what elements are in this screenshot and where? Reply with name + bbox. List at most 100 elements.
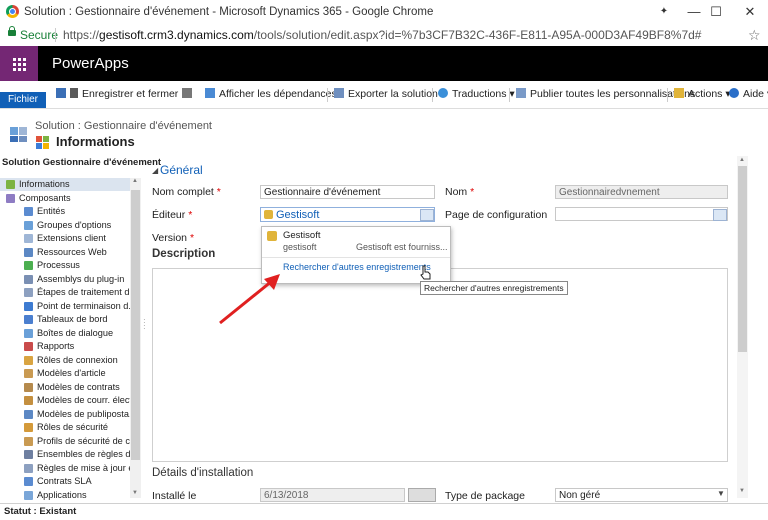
ribbon-separator	[432, 88, 433, 102]
save-close-button[interactable]: Enregistrer et fermer	[56, 86, 178, 102]
nav-scroll-up-icon[interactable]: ▲	[132, 178, 138, 184]
nav-item[interactable]: Tableaux de bord	[0, 313, 130, 326]
maximize-button[interactable]: ☐	[702, 4, 730, 20]
section-general-header[interactable]: Général	[160, 163, 203, 177]
nav-item-label: Ressources Web	[37, 246, 107, 257]
actions-button[interactable]: Actions ▾	[674, 86, 731, 102]
annotation-arrow-icon	[219, 274, 280, 325]
nav-item[interactable]: Modèles de courr. électr.	[0, 394, 137, 407]
publish-all-button[interactable]: Publier toutes les personnalisations	[516, 86, 695, 102]
status-text: Statut : Existant	[4, 506, 77, 517]
nav-item[interactable]: Point de terminaison d...	[0, 300, 136, 313]
nav-item-label: Modèles de contrats	[37, 381, 120, 392]
form-scroll-up-icon[interactable]: ▲	[739, 157, 745, 163]
lookup-result-sub: gestisoft	[283, 242, 317, 252]
nav-item-label: Modèles d'article	[37, 368, 106, 378]
nav-item-icon	[24, 409, 33, 419]
nav-item-label: Boîtes de dialogue	[37, 327, 114, 338]
app-launcher-waffle-icon[interactable]	[0, 46, 38, 81]
export-solution-button[interactable]: Exporter la solution	[334, 86, 438, 102]
name-label: Nom *	[445, 186, 474, 198]
printer-icon	[182, 88, 192, 98]
bookmark-star-icon[interactable]: ☆	[748, 27, 761, 44]
actions-label: Actions ▾	[688, 88, 731, 100]
nav-item-icon	[24, 301, 33, 311]
show-dependencies-label: Afficher les dépendances	[219, 88, 337, 100]
nav-item[interactable]: Modèles de publiposta...	[0, 408, 137, 421]
required-mark: *	[470, 186, 475, 198]
translations-label: Traductions ▾	[452, 88, 515, 100]
nav-item[interactable]: Boîtes de dialogue	[0, 327, 130, 340]
globe-icon	[438, 88, 448, 98]
url-text[interactable]: https://gestisoft.crm3.dynamics.com/tool…	[63, 28, 701, 42]
nav-item[interactable]: Groupes d'options	[0, 219, 130, 232]
nav-item[interactable]: Rôles de connexion	[0, 354, 130, 367]
nav-item[interactable]: Processus	[0, 259, 130, 272]
search-more-records-link[interactable]: Rechercher d'autres enregistrements	[283, 262, 431, 272]
full-name-field[interactable]: Gestionnaire d'événement	[260, 185, 435, 199]
page-title: Informations	[56, 134, 135, 149]
nav-item[interactable]: Modèles d'article	[0, 367, 130, 380]
printer-button[interactable]	[182, 86, 196, 102]
publisher-lookup-field[interactable]: Gestisoft	[260, 207, 435, 222]
form-scroll-thumb[interactable]	[738, 166, 747, 352]
nav-item[interactable]: Rapports	[0, 340, 130, 353]
calendar-icon[interactable]	[408, 488, 436, 502]
nav-item[interactable]: Entités	[0, 205, 130, 218]
publisher-value[interactable]: Gestisoft	[276, 209, 319, 221]
nav-scroll-thumb[interactable]	[131, 190, 140, 460]
pane-splitter[interactable]: · · · ·	[143, 316, 146, 333]
install-details-header: Détails d'installation	[152, 467, 254, 479]
nav-item-icon	[24, 220, 33, 230]
nav-item[interactable]: Contrats SLA	[0, 475, 130, 488]
chevron-down-icon[interactable]: ▼	[717, 489, 725, 498]
help-button[interactable]: Aide ▾	[729, 86, 768, 102]
nav-item-label: Profils de sécurité de c...	[37, 435, 138, 446]
profile-icon[interactable]: ✦	[650, 4, 678, 20]
nav-item[interactable]: Règles de mise à jour e...	[0, 462, 141, 475]
form-scroll-down-icon[interactable]: ▼	[739, 488, 745, 494]
nav-item[interactable]: Ensembles de règles d'...	[0, 448, 140, 461]
nav-item-label: Modèles de courr. électr.	[37, 395, 138, 405]
config-page-lookup-icon[interactable]	[713, 209, 727, 221]
translations-button[interactable]: Traductions ▾	[438, 86, 515, 102]
collapse-section-icon[interactable]: ◢	[152, 166, 158, 175]
nav-item-icon	[24, 288, 33, 297]
status-bar: Statut : Existant	[0, 503, 768, 520]
nav-item[interactable]: Modèles de contrats	[0, 381, 130, 394]
nav-title: Solution Gestionnaire d'événement	[2, 157, 162, 168]
nav-item[interactable]: Assemblys du plug-in	[0, 273, 130, 286]
nav-item[interactable]: Ressources Web	[0, 246, 130, 259]
lookup-result-item[interactable]: Gestisoft gestisoft Gestisoft est fourni…	[262, 227, 450, 257]
nav-item[interactable]: Composants	[0, 192, 130, 205]
nav-item-label: Assemblys du plug-in	[37, 273, 125, 284]
nav-item-icon	[24, 369, 33, 378]
show-dependencies-button[interactable]: Afficher les dépendances	[205, 86, 337, 102]
nav-item[interactable]: Extensions client	[0, 232, 130, 245]
nav-scroll-down-icon[interactable]: ▼	[132, 490, 138, 496]
export-icon	[334, 88, 344, 98]
description-label: Description	[152, 248, 216, 260]
nav-item[interactable]: Applications	[0, 489, 130, 502]
package-type-select[interactable]: Non géré	[555, 488, 728, 502]
file-tab[interactable]: Fichier	[0, 92, 46, 108]
nav-item[interactable]: Profils de sécurité de c...	[0, 435, 138, 448]
name-field[interactable]: Gestionnairedvnement	[555, 185, 728, 199]
lookup-result-name: Gestisoft	[283, 230, 321, 241]
lock-icon	[8, 26, 16, 36]
address-bar[interactable]: Secure https://gestisoft.crm3.dynamics.c…	[0, 24, 768, 47]
required-mark: *	[188, 209, 193, 221]
nav-item[interactable]: Étapes de traitement d...	[0, 286, 137, 299]
installed-on-field[interactable]: 6/13/2018	[260, 488, 405, 502]
nav-item-icon	[24, 382, 33, 392]
nav-item-icon	[24, 207, 33, 216]
nav-item[interactable]: Rôles de sécurité	[0, 421, 130, 434]
config-page-field[interactable]	[555, 207, 728, 221]
full-name-label-text: Nom complet	[152, 186, 214, 198]
app-name[interactable]: PowerApps	[52, 55, 129, 72]
publisher-lookup-icon[interactable]	[420, 209, 434, 221]
ribbon-separator	[667, 88, 668, 102]
close-button[interactable]: ✕	[736, 4, 764, 20]
breadcrumb: Solution : Gestionnaire d'événement	[35, 120, 212, 132]
nav-item[interactable]: Informations	[0, 178, 130, 191]
